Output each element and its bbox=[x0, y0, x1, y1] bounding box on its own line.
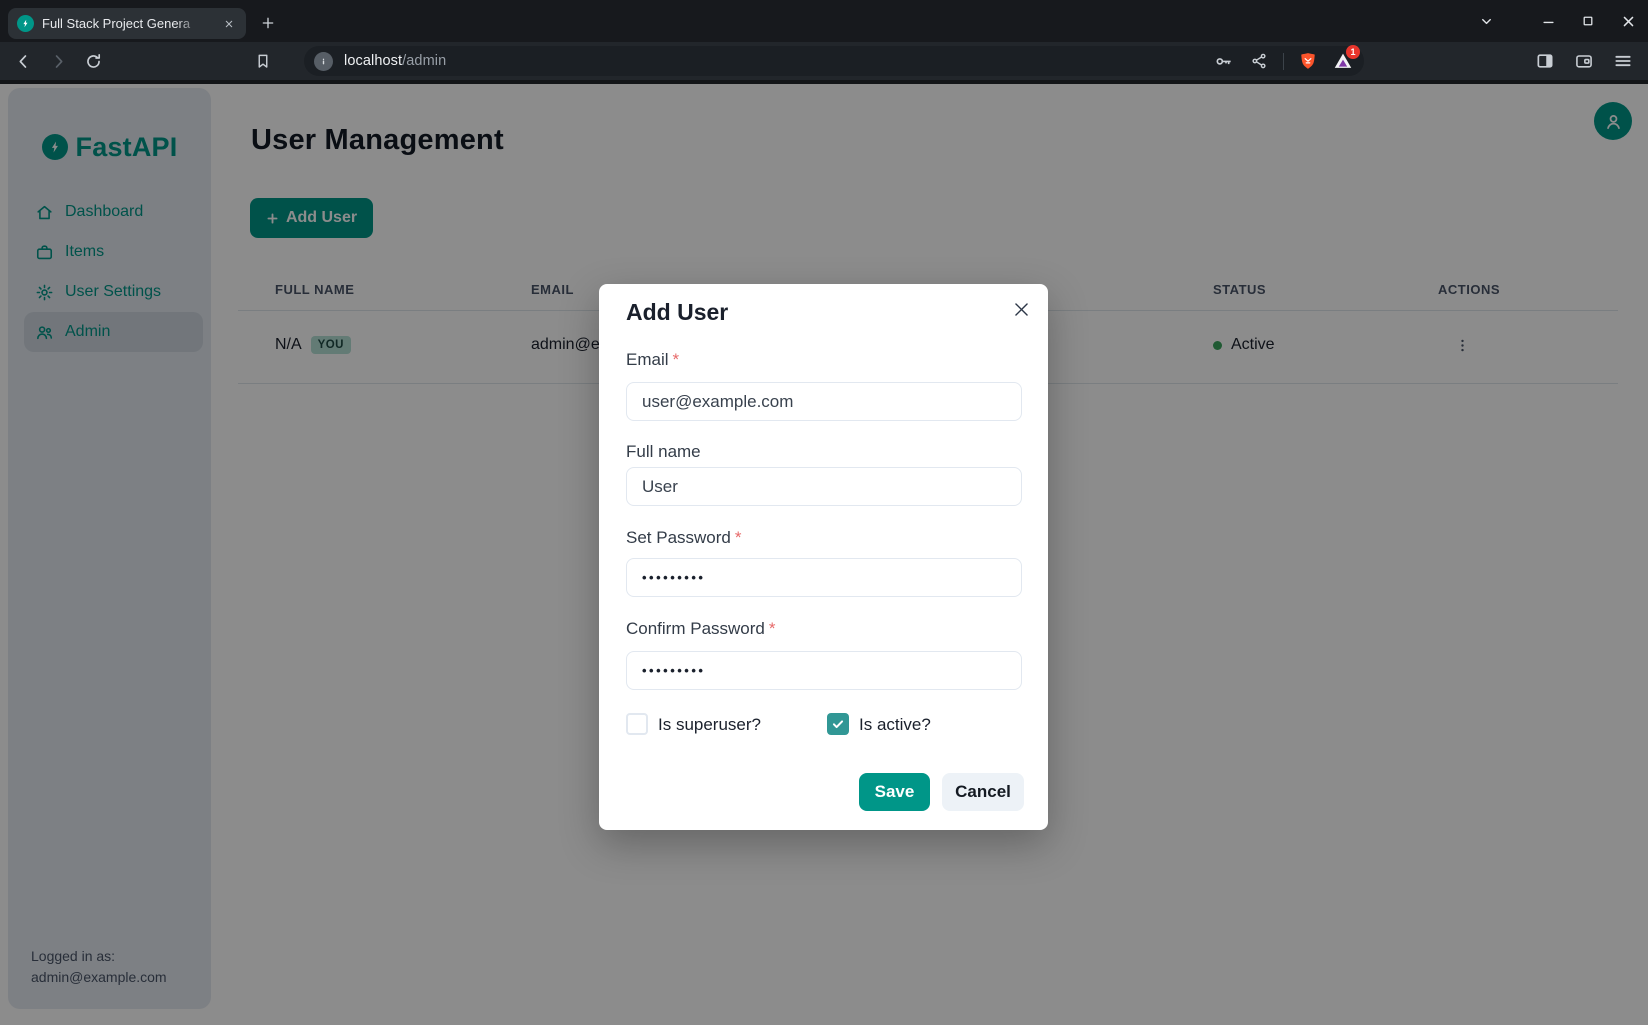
url-bar[interactable]: localhost/admin 1 bbox=[304, 46, 1364, 76]
required-asterisk: * bbox=[735, 528, 742, 547]
confirm-password-label-text: Confirm Password bbox=[626, 619, 765, 638]
cancel-button[interactable]: Cancel bbox=[942, 773, 1024, 811]
fastapi-favicon-icon bbox=[17, 15, 34, 32]
share-icon[interactable] bbox=[1248, 50, 1270, 72]
window-close-button[interactable] bbox=[1616, 9, 1640, 33]
url-host: localhost bbox=[344, 53, 402, 69]
is-active-checkbox[interactable] bbox=[827, 713, 849, 735]
bookmark-icon[interactable] bbox=[252, 50, 274, 72]
email-label-text: Email bbox=[626, 350, 669, 369]
window-minimize-button[interactable] bbox=[1536, 9, 1560, 33]
browser-toolbar: localhost/admin 1 bbox=[0, 42, 1648, 80]
tab-close-icon[interactable] bbox=[221, 16, 237, 32]
is-active-label: Is active? bbox=[859, 715, 931, 735]
confirm-password-field[interactable] bbox=[626, 651, 1022, 690]
required-asterisk: * bbox=[673, 350, 680, 369]
confirm-password-label: Confirm Password* bbox=[626, 619, 776, 639]
set-password-label: Set Password* bbox=[626, 528, 742, 548]
forward-button[interactable] bbox=[47, 50, 69, 72]
save-button[interactable]: Save bbox=[859, 773, 930, 811]
modal-title: Add User bbox=[626, 299, 728, 326]
tab-title-fade bbox=[176, 8, 206, 39]
fullname-label-text: Full name bbox=[626, 442, 701, 461]
back-button[interactable] bbox=[12, 50, 34, 72]
brave-rewards-icon[interactable]: 1 bbox=[1332, 50, 1354, 72]
email-label: Email* bbox=[626, 350, 679, 370]
url-path: /admin bbox=[402, 53, 446, 69]
modal-close-icon[interactable] bbox=[1009, 297, 1033, 321]
browser-tab[interactable]: Full Stack Project Genera bbox=[8, 8, 246, 39]
set-password-field[interactable] bbox=[626, 558, 1022, 597]
is-superuser-label: Is superuser? bbox=[658, 715, 761, 735]
password-key-icon[interactable] bbox=[1213, 50, 1235, 72]
notification-badge: 1 bbox=[1346, 45, 1360, 59]
set-password-label-text: Set Password bbox=[626, 528, 731, 547]
required-asterisk: * bbox=[769, 619, 776, 638]
window-maximize-button[interactable] bbox=[1576, 9, 1600, 33]
toolbar-divider bbox=[1283, 53, 1284, 70]
is-superuser-checkbox[interactable] bbox=[626, 713, 648, 735]
tab-search-chevron-icon[interactable] bbox=[1474, 9, 1498, 33]
brave-shield-icon[interactable] bbox=[1297, 50, 1319, 72]
site-info-icon[interactable] bbox=[314, 52, 333, 71]
fullname-label: Full name bbox=[626, 442, 701, 462]
add-user-modal: Add User Email* Full name Set Password* … bbox=[599, 284, 1048, 830]
email-field[interactable] bbox=[626, 382, 1022, 421]
new-tab-button[interactable] bbox=[256, 11, 280, 35]
menu-hamburger-icon[interactable] bbox=[1612, 50, 1634, 72]
url-text: localhost/admin bbox=[344, 53, 446, 69]
side-panel-icon[interactable] bbox=[1534, 50, 1556, 72]
browser-tabstrip: Full Stack Project Genera bbox=[0, 0, 1648, 42]
checkbox-row: Is superuser? Is active? bbox=[626, 712, 1024, 736]
fullname-field[interactable] bbox=[626, 467, 1022, 506]
wallet-icon[interactable] bbox=[1573, 50, 1595, 72]
reload-button[interactable] bbox=[82, 50, 104, 72]
